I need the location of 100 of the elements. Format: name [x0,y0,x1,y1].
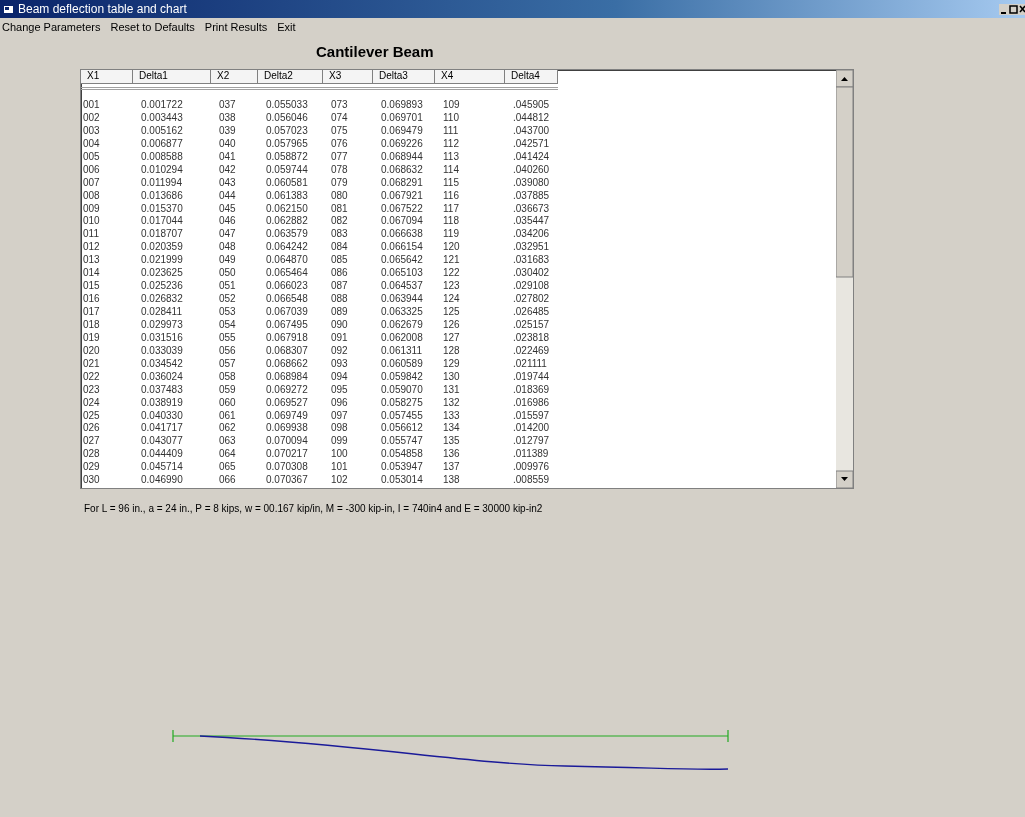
table-cell-text: 090 [330,317,349,331]
table-cell-text: 138 [442,473,461,487]
table-cell-text: 082 [330,214,349,228]
menu-item[interactable]: Print Results [204,21,268,37]
table-cell-text: .008559 [512,473,551,487]
table-cell-text: .014200 [512,421,551,435]
table-cell-text: 117 [442,201,460,215]
table-cell-text: 0.069893 [380,98,424,111]
close-button[interactable] [1019,3,1025,15]
table-cell-text: 026 [82,421,101,435]
table-cell-text: 120 [442,240,461,254]
column-header[interactable]: Delta3 [373,70,435,84]
table-cell-text: 059 [218,382,237,396]
table-cell-text: 0.061311 [380,343,423,357]
table-cell-text: 0.059842 [380,369,424,383]
table-cell-text: 113 [442,149,460,163]
column-header[interactable]: Delta1 [133,70,211,84]
table-cell-text: 044 [218,188,237,202]
table-cell-text: 0.040330 [140,408,184,422]
column-header[interactable]: Delta4 [505,70,558,84]
table-cell-text: 0.010294 [140,162,184,176]
table-cell-text: 019 [82,330,101,344]
minimize-button[interactable] [999,3,1008,15]
column-header[interactable]: X1 [81,70,133,84]
table-cell-text: .029108 [512,279,551,293]
table-cell-text: 0.067094 [380,214,424,228]
table-cell-text: .037885 [512,188,551,202]
table-cell-text: .034206 [512,227,551,241]
table-cell-text: .039080 [512,175,551,189]
table-cell-text: 0.001722 [140,98,184,111]
table-cell-text: 127 [442,330,461,344]
table-cell-text: 0.063944 [380,292,424,306]
table-cell-text: 112 [442,136,460,150]
table-cell-text: 0.070308 [265,460,309,474]
table-cell-text: 092 [330,343,349,357]
table-cell-text: 0.029973 [140,317,184,331]
table-cell-text: .016986 [512,395,551,409]
maximize-button[interactable] [1008,3,1019,15]
menu-item[interactable]: Reset to Defaults [110,21,195,37]
table-cell-text: 0.011994 [140,175,183,189]
parameters-note: For L = 96 in., a = 24 in., P = 8 kips, w = 00.167 kip/in, M = -300 kip-in, I = 740in4 and E = 30000 kip-in2 [84,503,544,514]
table-cell-text: 119 [442,227,460,241]
table-cell-text: 0.053014 [380,473,424,487]
table-cell-text: 0.063325 [380,305,424,318]
table-cell-text: 0.034542 [140,356,184,370]
column-header[interactable]: X4 [435,70,505,84]
table-cell-text: 0.017044 [140,214,184,228]
table-cell-text: 029 [82,460,101,474]
table-cell-text: 061 [218,408,237,422]
table-cell-text: 014 [82,266,101,280]
table-cell-text: 0.006877 [140,136,184,150]
table-cell-text: 125 [442,305,461,318]
table-cell-text: 0.068307 [265,343,309,357]
table-cell-text: 0.033039 [140,343,184,357]
table-cell-text: 101 [330,460,349,474]
table-cell-text: 054 [218,317,237,331]
table-cell-text: 011 [82,227,100,241]
table-cell-text: 0.064870 [265,253,309,267]
table-cell-text: 084 [330,240,349,254]
table-cell-text: 093 [330,356,349,370]
table-cell-text: 0.067522 [380,201,424,215]
table-cell-text: 137 [442,460,461,474]
table-cell-text: 0.013686 [140,188,184,202]
table-cell-text: 0.053947 [380,460,424,474]
table-cell-text: 0.059744 [265,162,309,176]
table-cell-text: 077 [330,149,349,163]
table-cell-text: 094 [330,369,349,383]
table-cell-text: 0.038919 [140,395,184,409]
table-cell-text: 124 [442,292,461,306]
table-cell-text: 0.041717 [140,421,184,435]
table-cell-text: 0.069701 [380,110,424,124]
table-cell-text: .043700 [512,123,551,137]
table-cell-text: 0.060581 [265,175,309,189]
table-cell-text: 0.064242 [265,240,309,254]
menu-item[interactable]: Exit [277,21,296,37]
window-title: Beam deflection table and chart [18,2,188,16]
table-cell-text: 0.066638 [380,227,424,241]
app-icon [4,4,14,14]
table-cell-text: .027802 [512,292,551,306]
table-cell-text: .021111 [512,356,548,370]
table-cell-text: 095 [330,382,349,396]
table-cell-text: 0.065464 [265,266,309,280]
table-cell-text: 0.068984 [265,369,309,383]
column-header[interactable]: X3 [323,70,373,84]
table-cell-text: 086 [330,266,349,280]
table-cell-text: 021 [82,356,101,370]
table-cell-text: 0.056612 [380,421,424,435]
table-cell-text: 0.069527 [265,395,309,409]
table-cell-text: 0.057455 [380,408,424,422]
table-cell-text: 0.067918 [265,330,309,344]
table-cell-text: 020 [82,343,101,357]
column-header[interactable]: X2 [211,70,258,84]
menu-item[interactable]: Change Parameters [2,21,101,37]
table-cell-text: 076 [330,136,349,150]
scrollbar[interactable] [836,70,853,488]
table-cell-text: 075 [330,123,349,137]
column-header[interactable]: Delta2 [258,70,323,84]
table-cell-text: 073 [330,98,349,111]
table-cell-text: 047 [218,227,237,241]
table-cell-text: 048 [218,240,237,254]
